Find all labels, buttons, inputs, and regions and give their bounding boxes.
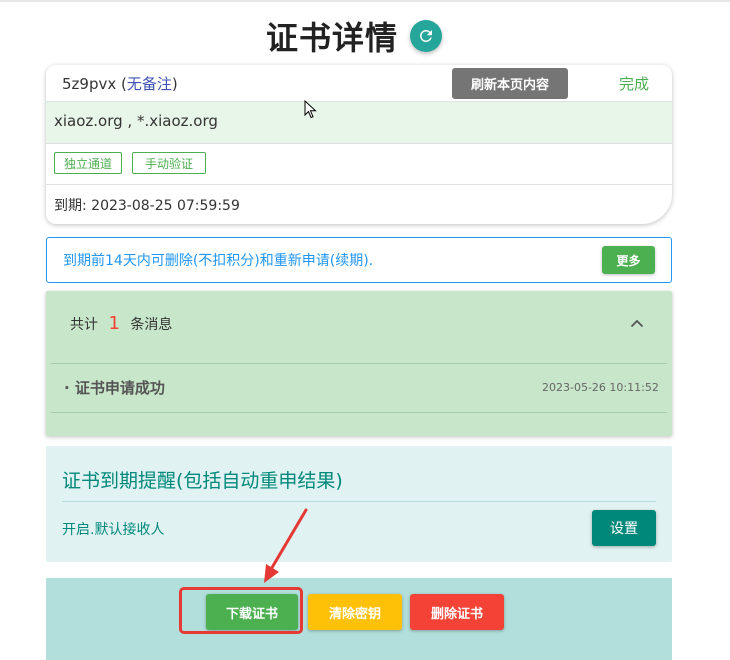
- annotation-arrow: [264, 508, 308, 583]
